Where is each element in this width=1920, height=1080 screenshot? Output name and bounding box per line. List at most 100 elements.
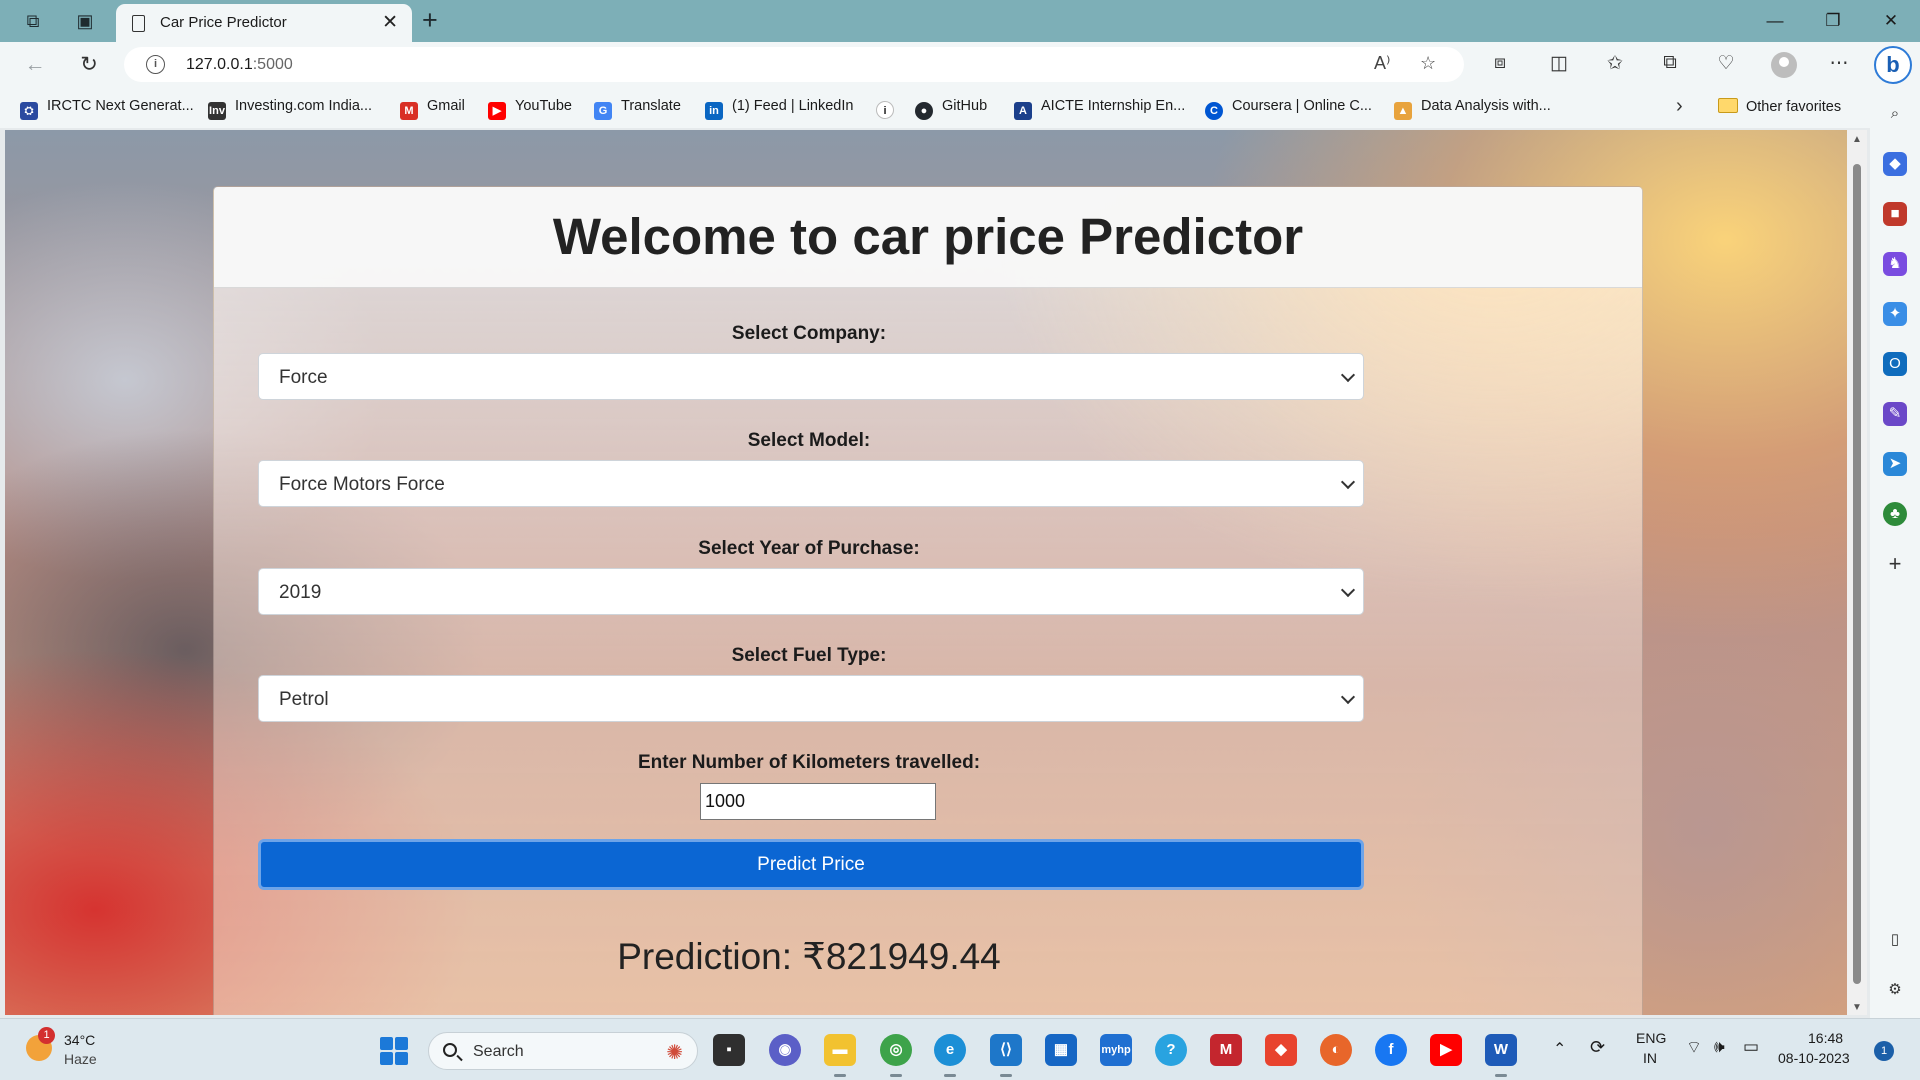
taskbar-search[interactable]: Search ✺ <box>428 1032 698 1070</box>
linkedin-icon: in <box>705 102 723 120</box>
weather-temperature[interactable]: 34°C <box>64 1032 95 1048</box>
chevron-up-icon[interactable]: ⌃ <box>1553 1039 1566 1059</box>
tips-icon[interactable]: ? <box>1155 1034 1187 1066</box>
refresh-button[interactable]: ↻ <box>74 50 104 80</box>
profile-avatar[interactable] <box>1771 52 1797 78</box>
km-input[interactable] <box>700 783 936 820</box>
site-info-icon[interactable]: i <box>146 55 165 74</box>
language-secondary[interactable]: IN <box>1643 1050 1657 1066</box>
firefox-icon[interactable]: ◐ <box>1320 1034 1352 1066</box>
close-window-button[interactable]: ✕ <box>1868 6 1914 36</box>
chevron-down-icon <box>1340 367 1356 383</box>
extensions-icon[interactable]: ⧈ <box>1486 52 1514 74</box>
language-primary[interactable]: ENG <box>1636 1030 1666 1046</box>
split-screen-icon[interactable]: ◫ <box>1545 52 1573 75</box>
games-icon[interactable]: ♞ <box>1883 252 1907 276</box>
shopping-tag-icon[interactable]: ◆ <box>1883 152 1907 176</box>
card-header: Welcome to car price Predictor <box>214 187 1642 288</box>
volume-icon[interactable]: 🕪 <box>1714 1037 1725 1057</box>
favorite-github[interactable]: ● GitHub <box>915 98 987 120</box>
word-icon[interactable]: W <box>1485 1034 1517 1077</box>
scroll-down-icon[interactable]: ▼ <box>1852 1002 1862 1013</box>
mcafee-icon[interactable]: M <box>1210 1034 1242 1066</box>
translate-icon: G <box>594 102 612 120</box>
browser-tab[interactable]: Car Price Predictor ✕ <box>116 4 412 42</box>
wifi-icon[interactable]: ⌔ <box>1686 1037 1702 1058</box>
designer-icon[interactable]: ✎ <box>1883 402 1907 426</box>
favorite-info[interactable]: i <box>876 98 903 119</box>
notification-badge[interactable]: 1 <box>1874 1041 1894 1061</box>
favorite-translate[interactable]: G Translate <box>594 98 681 120</box>
fuel-selected-value: Petrol <box>279 689 329 710</box>
km-label: Enter Number of Kilometers travelled: <box>637 752 981 773</box>
vscode-icon[interactable]: ⟨⟩ <box>990 1034 1022 1077</box>
new-tab-button[interactable]: + <box>422 5 438 36</box>
favorites-icon[interactable]: ✩ <box>1601 52 1629 75</box>
predict-price-button[interactable]: Predict Price <box>258 839 1364 890</box>
tools-icon[interactable]: ■ <box>1883 202 1907 226</box>
youtube-app-icon[interactable]: ▶ <box>1430 1034 1462 1066</box>
facebook-icon[interactable]: f <box>1375 1034 1407 1066</box>
windows-taskbar: 1 34°C Haze Search ✺ ▪ ◉ ▬ ◎ e ⟨⟩ ▦ myhp… <box>0 1018 1920 1080</box>
chevron-down-icon <box>1340 474 1356 490</box>
copilot-icon[interactable]: ✦ <box>1883 302 1907 326</box>
other-favorites-folder[interactable]: Other favorites <box>1718 98 1841 115</box>
favorite-aicte[interactable]: A AICTE Internship En... <box>1014 98 1185 120</box>
model-select[interactable]: Force Motors Force <box>258 460 1364 507</box>
hide-sidebar-icon[interactable]: ▯ <box>1883 928 1907 952</box>
favorite-youtube[interactable]: ▶ YouTube <box>488 98 572 120</box>
weather-badge: 1 <box>38 1027 55 1044</box>
windows-start-icon[interactable] <box>380 1037 408 1065</box>
favorite-investing[interactable]: Inv Investing.com India... <box>208 98 372 120</box>
outlook-icon[interactable]: O <box>1883 352 1907 376</box>
scrollbar-thumb[interactable] <box>1853 164 1861 984</box>
irctc-icon: ⛭ <box>20 102 38 120</box>
add-sidebar-app-icon[interactable]: + <box>1883 552 1907 576</box>
favorite-coursera[interactable]: C Coursera | Online C... <box>1205 98 1372 120</box>
search-sidebar-icon[interactable]: ⌕ <box>1883 102 1907 126</box>
collections-icon[interactable]: ⧉ <box>1656 52 1684 74</box>
fuel-select[interactable]: Petrol <box>258 675 1364 722</box>
browser-essentials-icon[interactable]: ♡ <box>1712 52 1740 75</box>
tree-icon[interactable]: ♣ <box>1883 502 1907 526</box>
tab-actions-icon[interactable]: ▣ <box>72 8 98 34</box>
send-icon[interactable]: ➤ <box>1883 452 1907 476</box>
battery-icon[interactable]: ▭ <box>1743 1037 1759 1057</box>
favorite-linkedin[interactable]: in (1) Feed | LinkedIn <box>705 98 853 120</box>
edge-icon[interactable]: e <box>934 1034 966 1077</box>
minimize-button[interactable]: — <box>1752 6 1798 36</box>
favorite-data-analysis[interactable]: ▲ Data Analysis with... <box>1394 98 1551 120</box>
url-text[interactable]: 127.0.0.1:5000 <box>186 56 293 74</box>
company-select[interactable]: Force <box>258 353 1364 400</box>
restore-button[interactable]: ❐ <box>1810 6 1856 36</box>
chrome-icon[interactable]: ◎ <box>880 1034 912 1077</box>
page-title: Welcome to car price Predictor <box>552 208 1304 265</box>
year-select[interactable]: 2019 <box>258 568 1364 615</box>
bing-copilot-icon[interactable]: b <box>1874 46 1912 84</box>
more-menu-icon[interactable]: ⋯ <box>1825 52 1853 75</box>
favorite-gmail[interactable]: M Gmail <box>400 98 465 120</box>
file-explorer-icon[interactable]: ▬ <box>824 1034 856 1077</box>
address-bar[interactable]: i 127.0.0.1:5000 A⁾ ☆ <box>124 47 1464 82</box>
sync-icon[interactable]: ⟳ <box>1590 1037 1605 1058</box>
microsoft-store-icon[interactable]: ▦ <box>1045 1034 1077 1066</box>
close-tab-icon[interactable]: ✕ <box>382 11 398 34</box>
settings-gear-icon[interactable]: ⚙ <box>1883 978 1907 1002</box>
task-view-icon[interactable]: ▪ <box>713 1034 745 1066</box>
teams-chat-icon[interactable]: ◉ <box>769 1034 801 1066</box>
page-scrollbar[interactable]: ▲ ▼ <box>1847 130 1867 1015</box>
back-button[interactable]: ← <box>20 50 50 80</box>
chevron-right-icon[interactable]: › <box>1676 95 1683 118</box>
myhp-icon[interactable]: myhp <box>1100 1034 1132 1066</box>
workspaces-icon[interactable]: ⧉ <box>20 8 46 34</box>
scroll-up-icon[interactable]: ▲ <box>1852 134 1862 145</box>
weather-condition[interactable]: Haze <box>64 1051 97 1067</box>
favorite-irctc[interactable]: ⛭ IRCTC Next Generat... <box>20 98 194 120</box>
predictor-card: Welcome to car price Predictor Select Co… <box>213 186 1643 1015</box>
read-aloud-icon[interactable]: A⁾ <box>1374 53 1390 74</box>
clock-time[interactable]: 16:48 <box>1808 1030 1843 1046</box>
clock-date[interactable]: 08-10-2023 <box>1778 1050 1850 1066</box>
anydesk-icon[interactable]: ◆ <box>1265 1034 1297 1066</box>
gmail-icon: M <box>400 102 418 120</box>
favorite-star-icon[interactable]: ☆ <box>1420 53 1436 74</box>
